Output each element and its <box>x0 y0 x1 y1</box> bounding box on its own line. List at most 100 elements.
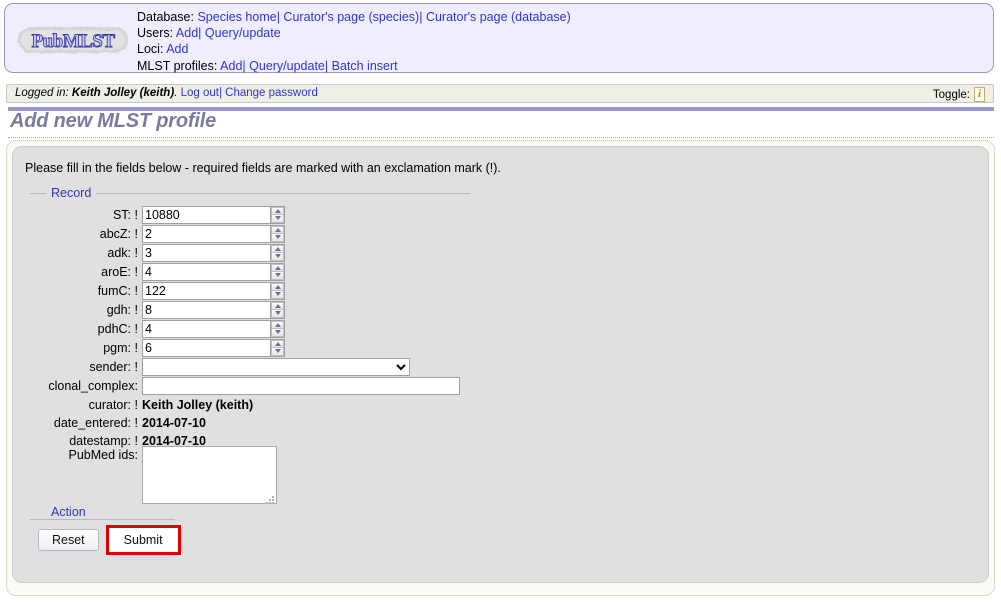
pdhc-input[interactable] <box>142 319 270 338</box>
logged-in-user: Keith Jolley (keith) <box>71 87 175 99</box>
field-row-clonal-complex: clonal_complex: <box>30 376 460 395</box>
info-icon[interactable]: i <box>974 87 985 102</box>
abcz-input-wrap <box>142 224 285 243</box>
stepper-up-icon[interactable] <box>271 339 284 347</box>
nav-link-users-add[interactable]: Add <box>176 26 198 40</box>
intro-text: Please fill in the fields below - requir… <box>25 161 501 175</box>
nav-separator: | <box>276 10 280 24</box>
stepper-down-icon[interactable] <box>271 347 284 356</box>
field-row-gdh: gdh: ! <box>30 300 285 319</box>
logout-link[interactable]: Log out <box>181 87 219 99</box>
adk-input-wrap <box>142 243 285 262</box>
abcz-input[interactable] <box>142 224 270 243</box>
change-password-link[interactable]: Change password <box>225 87 318 99</box>
field-row-fumc: fumC: ! <box>30 281 285 300</box>
nav-separator: | <box>198 26 202 41</box>
field-label-fumc: fumC: ! <box>97 283 138 298</box>
stepper-up-icon[interactable] <box>271 320 284 328</box>
stepper-up-icon[interactable] <box>271 206 284 214</box>
fumc-input-wrap <box>142 281 285 300</box>
stepper-down-icon[interactable] <box>271 271 284 280</box>
aroe-input-wrap <box>142 262 285 281</box>
toggle-label: Toggle: <box>932 88 970 101</box>
stepper-up-icon[interactable] <box>271 301 284 309</box>
stepper-down-icon[interactable] <box>271 328 284 337</box>
reset-button[interactable]: Reset <box>38 529 99 551</box>
submit-button[interactable]: Submit <box>109 529 177 551</box>
gdh-input[interactable] <box>142 300 270 319</box>
login-separator: | <box>218 87 222 99</box>
nav-link-curators-page-species[interactable]: Curator's page (species) <box>283 10 419 24</box>
stepper-up-icon[interactable] <box>271 263 284 271</box>
stepper-up-icon[interactable] <box>271 244 284 252</box>
nav-link-profiles-batch-insert[interactable]: Batch insert <box>332 59 398 73</box>
field-label-pdhc: pdhC: ! <box>97 321 138 336</box>
stepper-down-icon[interactable] <box>271 233 284 242</box>
nav-row-database: Database: Species home| Curator's page (… <box>137 9 571 25</box>
field-label-date-entered: date_entered: ! <box>53 415 138 430</box>
stepper-down-icon[interactable] <box>271 309 284 318</box>
pgm-input[interactable] <box>142 338 270 357</box>
adk-input[interactable] <box>142 243 270 262</box>
nav-link-profiles-add[interactable]: Add <box>220 59 242 73</box>
field-row-pubmed-ids: PubMed ids: <box>30 446 277 507</box>
field-label-clonal-complex: clonal_complex: <box>48 378 138 393</box>
nav-link-species-home[interactable]: Species home <box>197 10 276 24</box>
nav-link-users-query-update[interactable]: Query/update <box>205 26 281 40</box>
field-label-aroe: aroE: ! <box>101 264 138 279</box>
nav-label-mlst-profiles: MLST profiles: <box>137 58 218 73</box>
nav-row-mlst-profiles: MLST profiles: Add| Query/update| Batch … <box>137 58 571 74</box>
field-label-curator: curator: ! <box>88 397 138 412</box>
gdh-stepper[interactable] <box>270 300 285 319</box>
nav-row-loci: Loci: Add <box>137 41 571 57</box>
aroe-input[interactable] <box>142 262 270 281</box>
field-label-adk: adk: ! <box>107 245 138 260</box>
field-label-abcz: abcZ: ! <box>99 226 138 241</box>
nav-label-loci: Loci: <box>137 42 164 57</box>
nav-row-users: Users: Add| Query/update <box>137 25 571 41</box>
gdh-input-wrap <box>142 300 285 319</box>
nav-link-profiles-query-update[interactable]: Query/update <box>249 59 325 73</box>
pgm-stepper[interactable] <box>270 338 285 357</box>
pdhc-stepper[interactable] <box>270 319 285 338</box>
st-input[interactable] <box>142 205 270 224</box>
stepper-up-icon[interactable] <box>271 225 284 233</box>
field-row-st: ST: ! <box>30 205 285 224</box>
abcz-stepper[interactable] <box>270 224 285 243</box>
sender-select[interactable] <box>142 357 410 376</box>
action-buttons: Reset Submit <box>38 525 181 555</box>
stepper-up-icon[interactable] <box>271 282 284 290</box>
header-nav: Database: Species home| Curator's page (… <box>137 9 571 74</box>
aroe-stepper[interactable] <box>270 262 285 281</box>
action-fieldset <box>30 519 175 520</box>
login-status-text: Logged in: Keith Jolley (keith). Log out… <box>15 87 318 99</box>
nav-link-loci-add[interactable]: Add <box>166 42 188 56</box>
fumc-stepper[interactable] <box>270 281 285 300</box>
field-row-sender: sender: ! <box>30 357 410 376</box>
field-label-st: ST: ! <box>112 207 138 222</box>
action-fieldset-legend: Action <box>46 505 91 519</box>
field-label-pgm: pgm: ! <box>103 340 138 355</box>
stepper-down-icon[interactable] <box>271 252 284 261</box>
field-row-aroe: aroE: ! <box>30 262 285 281</box>
pubmed-ids-textarea[interactable] <box>142 446 277 504</box>
stepper-down-icon[interactable] <box>271 214 284 223</box>
nav-label-database: Database: <box>137 10 194 24</box>
field-label-pubmed-ids: PubMed ids: <box>68 448 138 462</box>
nav-link-curators-page-database[interactable]: Curator's page (database) <box>426 10 571 24</box>
toggle-control[interactable]: Toggle: i <box>933 86 987 103</box>
clonal-complex-input[interactable] <box>142 376 460 395</box>
logged-in-prefix: Logged in: <box>15 87 69 99</box>
adk-stepper[interactable] <box>270 243 285 262</box>
date-entered-value: 2014-07-10 <box>142 415 206 430</box>
header-bar: PubMLST Database: Species home| Curator'… <box>4 3 994 73</box>
stepper-down-icon[interactable] <box>271 290 284 299</box>
curator-value: Keith Jolley (keith) <box>142 397 254 412</box>
st-stepper[interactable] <box>270 205 285 224</box>
field-row-curator: curator: ! Keith Jolley (keith) <box>30 395 254 414</box>
record-fieldset-legend: Record <box>46 186 97 200</box>
pdhc-input-wrap <box>142 319 285 338</box>
field-row-abcz: abcZ: ! <box>30 224 285 243</box>
fumc-input[interactable] <box>142 281 270 300</box>
page-title: Add new MLST profile <box>10 110 216 132</box>
